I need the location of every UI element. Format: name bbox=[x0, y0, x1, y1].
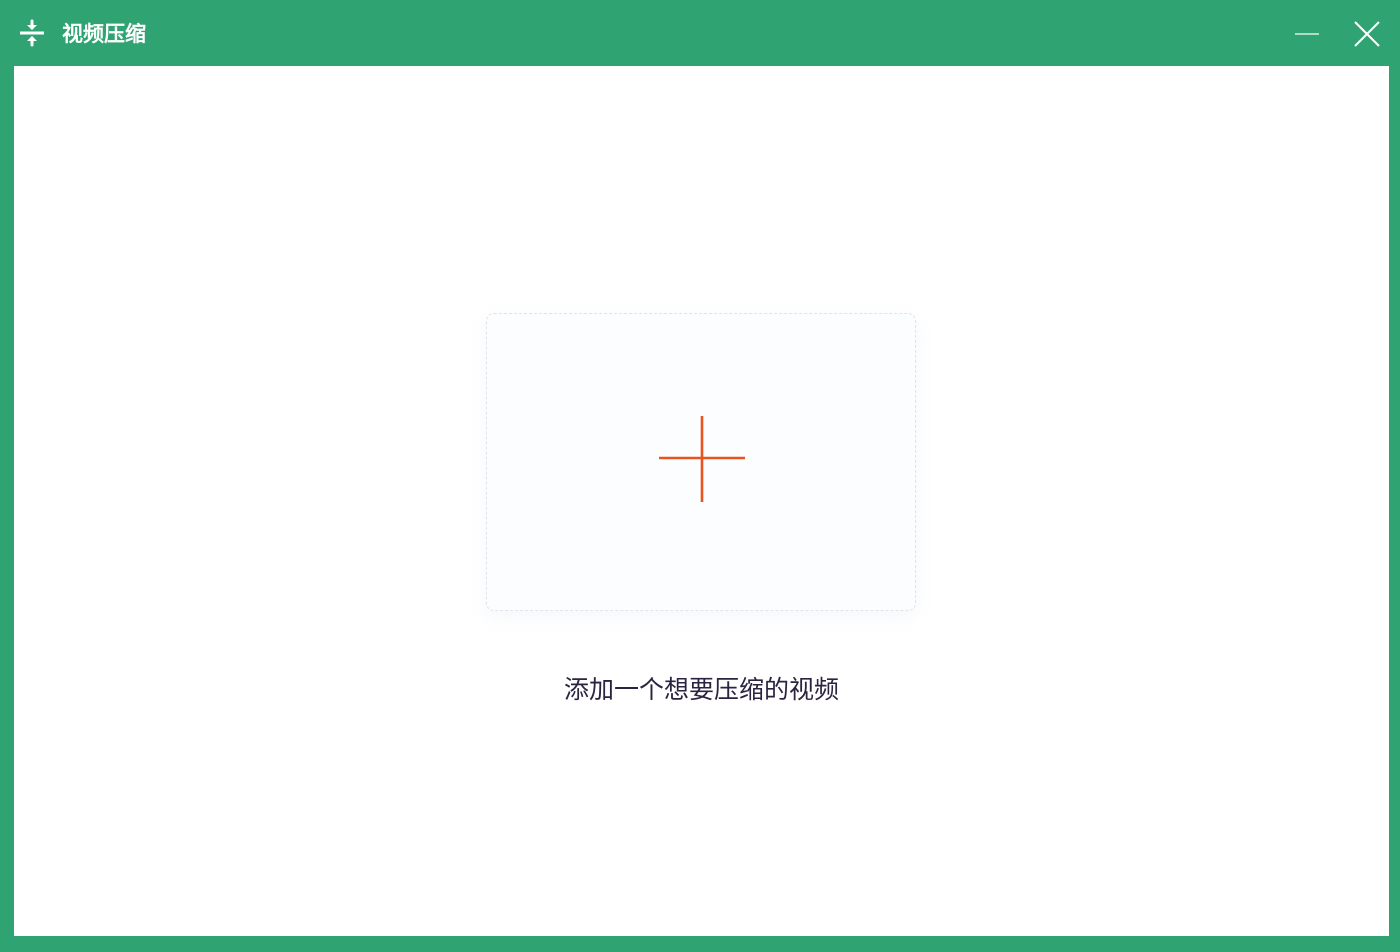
plus-icon bbox=[659, 416, 745, 502]
main-content: 添加一个想要压缩的视频 bbox=[14, 66, 1389, 936]
close-icon bbox=[1354, 21, 1380, 47]
window-title: 视频压缩 bbox=[62, 22, 146, 46]
close-button[interactable] bbox=[1345, 14, 1389, 54]
compress-arrows-icon bbox=[20, 19, 44, 47]
add-video-label[interactable]: 添加一个想要压缩的视频 bbox=[14, 670, 1389, 706]
app-window: 视频压缩 添加一个想要压缩的视频 bbox=[0, 0, 1400, 952]
minimize-icon bbox=[1295, 33, 1319, 35]
add-video-dropzone[interactable] bbox=[486, 313, 916, 611]
title-bar[interactable]: 视频压缩 bbox=[0, 0, 1400, 66]
minimize-button[interactable] bbox=[1285, 14, 1329, 54]
